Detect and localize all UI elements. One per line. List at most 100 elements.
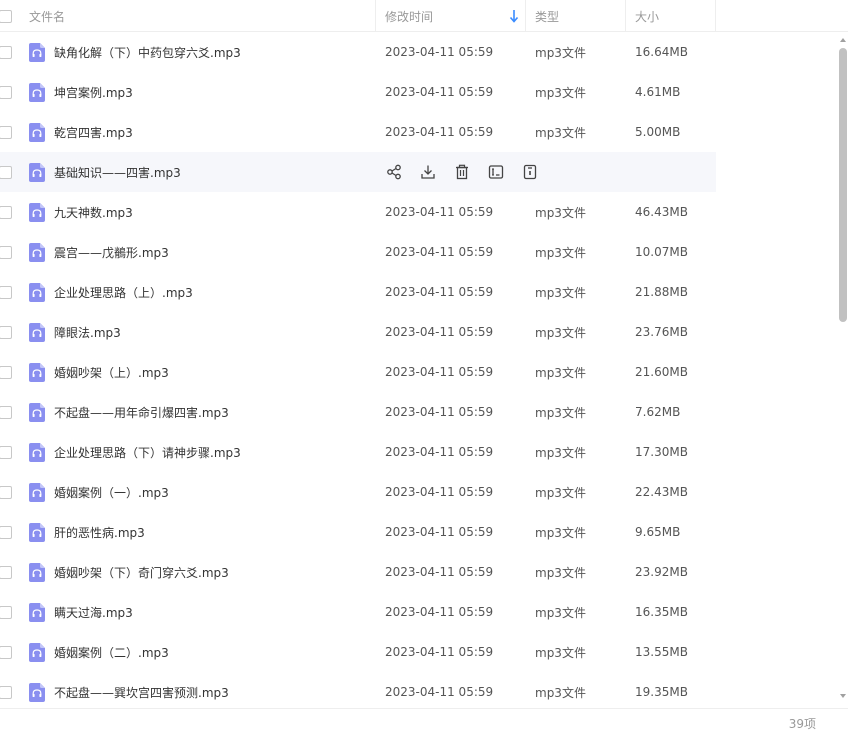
file-row[interactable]: 婚姻吵架（下）奇门穿六爻.mp3 2023-04-11 05:59 mp3文件 23.… [0, 552, 716, 592]
row-checkbox-cell [0, 125, 20, 139]
row-checkbox-cell [0, 285, 20, 299]
file-size: 19.35MB [635, 685, 688, 699]
file-name[interactable]: 肝的恶性病.mp3 [54, 524, 376, 541]
row-checkbox[interactable] [0, 85, 12, 99]
file-modified-time: 2023-04-11 05:59 [385, 365, 494, 379]
file-size: 10.07MB [635, 245, 688, 259]
file-row[interactable]: 企业处理思路（下）请神步骤.mp3 2023-04-11 05:59 mp3文件 17… [0, 432, 716, 472]
row-checkbox[interactable] [0, 205, 12, 219]
file-name[interactable]: 基础知识——四害.mp3 [54, 164, 376, 181]
file-name[interactable]: 不起盘——巽坎宫四害预测.mp3 [54, 684, 376, 701]
row-checkbox[interactable] [0, 125, 12, 139]
audio-file-icon [29, 242, 45, 262]
header-size[interactable]: 大小 [626, 0, 716, 32]
sort-down-arrow-icon[interactable] [509, 9, 519, 23]
file-modified-time: 2023-04-11 05:59 [385, 605, 494, 619]
file-name[interactable]: 乾宫四害.mp3 [54, 124, 376, 141]
file-row[interactable]: 基础知识——四害.mp3 [0, 152, 716, 192]
header-time[interactable]: 修改时间 [376, 0, 526, 32]
file-name[interactable]: 婚姻案例（一）.mp3 [54, 484, 376, 501]
file-name[interactable]: 瞒天过海.mp3 [54, 604, 376, 621]
file-type-icon-cell [20, 122, 54, 142]
file-name[interactable]: 婚姻案例（二）.mp3 [54, 644, 376, 661]
audio-file-icon [29, 202, 45, 222]
header-checkbox-cell [0, 0, 20, 32]
scrollbar-thumb[interactable] [839, 48, 847, 322]
download-icon[interactable] [419, 163, 436, 180]
file-type: mp3文件 [535, 565, 586, 580]
row-actions [385, 163, 555, 180]
select-all-checkbox[interactable] [0, 9, 12, 23]
row-checkbox[interactable] [0, 405, 12, 419]
file-name[interactable]: 企业处理思路（下）请神步骤.mp3 [54, 444, 376, 461]
file-row[interactable]: 乾宫四害.mp3 2023-04-11 05:59 mp3文件 5.00MB [0, 112, 716, 152]
more-icon[interactable] [521, 163, 538, 180]
row-checkbox[interactable] [0, 245, 12, 259]
header-type-label: 类型 [535, 9, 560, 24]
scroll-down-arrow-icon[interactable] [839, 692, 847, 700]
row-checkbox[interactable] [0, 645, 12, 659]
row-checkbox[interactable] [0, 685, 12, 699]
rename-icon[interactable] [487, 163, 504, 180]
file-type: mp3文件 [535, 525, 586, 540]
file-type-icon-cell [20, 282, 54, 302]
header-size-label: 大小 [635, 9, 660, 24]
file-row[interactable]: 婚姻案例（二）.mp3 2023-04-11 05:59 mp3文件 13.55MB [0, 632, 716, 672]
file-size: 4.61MB [635, 85, 681, 99]
row-checkbox[interactable] [0, 565, 12, 579]
share-icon[interactable] [385, 163, 402, 180]
file-type-icon-cell [20, 522, 54, 542]
file-type-icon-cell [20, 602, 54, 622]
file-row[interactable]: 瞒天过海.mp3 2023-04-11 05:59 mp3文件 16.35MB [0, 592, 716, 632]
file-name[interactable]: 缺角化解（下）中药包穿六爻.mp3 [54, 44, 376, 61]
row-checkbox[interactable] [0, 325, 12, 339]
scroll-up-arrow-icon[interactable] [839, 36, 847, 44]
file-type-icon-cell [20, 82, 54, 102]
row-checkbox[interactable] [0, 285, 12, 299]
file-row[interactable]: 九天神数.mp3 2023-04-11 05:59 mp3文件 46.43MB [0, 192, 716, 232]
file-name[interactable]: 震宫——戊鶺形.mp3 [54, 244, 376, 261]
file-list: 文件名 修改时间 类型 大小 缺角化解（下）中药包穿六爻.mp3 2023-04-… [0, 0, 848, 708]
row-checkbox[interactable] [0, 525, 12, 539]
file-row[interactable]: 企业处理思路（上）.mp3 2023-04-11 05:59 mp3文件 21.88M… [0, 272, 716, 312]
file-row[interactable]: 不起盘——用年命引爆四害.mp3 2023-04-11 05:59 mp3文件 7.6… [0, 392, 716, 432]
file-row[interactable]: 缺角化解（下）中药包穿六爻.mp3 2023-04-11 05:59 mp3文件 16… [0, 32, 716, 72]
file-row[interactable]: 婚姻吵架（上）.mp3 2023-04-11 05:59 mp3文件 21.60MB [0, 352, 716, 392]
file-row[interactable]: 坤宫案例.mp3 2023-04-11 05:59 mp3文件 4.61MB [0, 72, 716, 112]
file-name[interactable]: 障眼法.mp3 [54, 324, 376, 341]
file-row[interactable]: 肝的恶性病.mp3 2023-04-11 05:59 mp3文件 9.65MB [0, 512, 716, 552]
row-checkbox[interactable] [0, 445, 12, 459]
file-row[interactable]: 不起盘——巽坎宫四害预测.mp3 2023-04-11 05:59 mp3文件 19.… [0, 672, 716, 708]
row-checkbox[interactable] [0, 45, 12, 59]
file-modified-time: 2023-04-11 05:59 [385, 45, 494, 59]
header-name-label: 文件名 [29, 9, 66, 24]
file-name[interactable]: 不起盘——用年命引爆四害.mp3 [54, 404, 376, 421]
list-header: 文件名 修改时间 类型 大小 [0, 0, 848, 32]
file-name[interactable]: 九天神数.mp3 [54, 204, 376, 221]
header-name[interactable]: 文件名 [20, 0, 376, 32]
file-row[interactable]: 障眼法.mp3 2023-04-11 05:59 mp3文件 23.76MB [0, 312, 716, 352]
header-type[interactable]: 类型 [526, 0, 626, 32]
row-checkbox-cell [0, 45, 20, 59]
file-row[interactable]: 震宫——戊鶺形.mp3 2023-04-11 05:59 mp3文件 10.07MB [0, 232, 716, 272]
row-checkbox[interactable] [0, 365, 12, 379]
row-checkbox[interactable] [0, 605, 12, 619]
row-checkbox-cell [0, 525, 20, 539]
file-type: mp3文件 [535, 85, 586, 100]
audio-file-icon [29, 282, 45, 302]
file-row[interactable]: 婚姻案例（一）.mp3 2023-04-11 05:59 mp3文件 22.43MB [0, 472, 716, 512]
file-name[interactable]: 婚姻吵架（上）.mp3 [54, 364, 376, 381]
file-type: mp3文件 [535, 365, 586, 380]
file-name[interactable]: 坤宫案例.mp3 [54, 84, 376, 101]
file-name[interactable]: 企业处理思路（上）.mp3 [54, 284, 376, 301]
row-checkbox[interactable] [0, 485, 12, 499]
row-checkbox[interactable] [0, 165, 12, 179]
header-time-label: 修改时间 [385, 9, 434, 24]
audio-file-icon [29, 402, 45, 422]
row-checkbox-cell [0, 365, 20, 379]
file-name[interactable]: 婚姻吵架（下）奇门穿六爻.mp3 [54, 564, 376, 581]
vertical-scrollbar[interactable] [837, 32, 848, 704]
delete-icon[interactable] [453, 163, 470, 180]
file-type-icon-cell [20, 482, 54, 502]
row-checkbox-cell [0, 565, 20, 579]
